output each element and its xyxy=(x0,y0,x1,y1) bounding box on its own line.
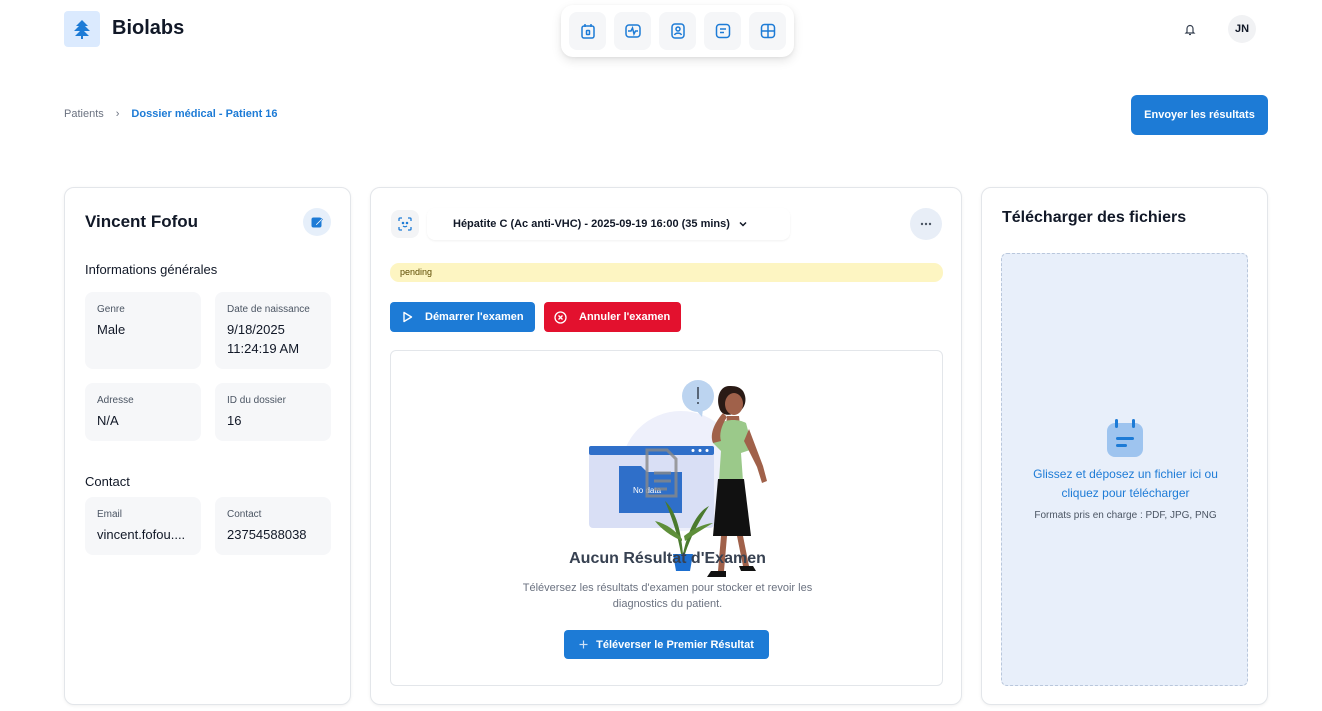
edit-patient-button[interactable] xyxy=(303,208,331,236)
user-badge-icon xyxy=(670,23,685,39)
more-horizontal-icon xyxy=(920,222,932,226)
info-label: Email xyxy=(97,509,123,520)
empty-results-title: Aucun Résultat d'Examen xyxy=(569,550,766,567)
send-results-button[interactable]: Envoyer les résultats xyxy=(1131,95,1268,135)
logo[interactable] xyxy=(64,11,100,47)
cancel-exam-button[interactable]: Annuler l'examen xyxy=(544,302,681,332)
exam-select[interactable]: Hépatite C (Ac anti-VHC) - 2025-09-19 16… xyxy=(427,208,790,240)
plus-icon xyxy=(579,640,588,649)
info-record-id: ID du dossier 16 xyxy=(215,383,331,441)
info-birthdate: Date de naissance 9/18/2025 11:24:19 AM xyxy=(215,292,331,369)
dashboard-icon xyxy=(760,23,775,39)
info-label: Adresse xyxy=(97,395,134,406)
patient-info-card: Vincent Fofou Informations générales Gen… xyxy=(64,187,351,705)
breadcrumb-patients[interactable]: Patients xyxy=(64,108,104,120)
scan-face-icon xyxy=(398,217,412,231)
exam-card: Hépatite C (Ac anti-VHC) - 2025-09-19 16… xyxy=(370,187,962,705)
info-email: Email vincent.fofou.... xyxy=(85,497,201,555)
message-icon xyxy=(715,23,730,39)
info-label: ID du dossier xyxy=(227,395,286,406)
scan-button[interactable] xyxy=(391,210,419,238)
empty-results-description: Téléversez les résultats d'examen pour s… xyxy=(522,582,813,610)
breadcrumb-current: Dossier médical - Patient 16 xyxy=(131,108,278,120)
file-upload-card: Télécharger des fichiers Glissez et dépo… xyxy=(981,187,1268,705)
user-avatar[interactable]: JN xyxy=(1228,15,1256,43)
info-value: 16 xyxy=(227,413,242,428)
nav-messages[interactable] xyxy=(704,12,741,50)
patient-name: Vincent Fofou xyxy=(85,212,199,231)
start-exam-label: Démarrer l'examen xyxy=(425,311,524,323)
info-value: 9/18/2025 11:24:19 AM xyxy=(227,322,300,356)
general-info-title: Informations générales xyxy=(85,262,218,277)
file-dropzone[interactable]: Glissez et déposez un fichier ici ou cli… xyxy=(1001,253,1248,686)
play-icon xyxy=(403,311,413,323)
edit-icon xyxy=(311,217,323,228)
nav-activity[interactable] xyxy=(614,12,651,50)
cancel-exam-label: Annuler l'examen xyxy=(579,311,671,323)
more-options-button[interactable] xyxy=(910,208,942,240)
status-badge: pending xyxy=(390,263,943,282)
x-circle-icon xyxy=(554,310,567,324)
nav-dashboard[interactable] xyxy=(749,12,786,50)
info-value: Male xyxy=(97,322,126,337)
info-label: Contact xyxy=(227,509,262,520)
activity-icon xyxy=(624,24,641,38)
info-value: 23754588038 xyxy=(227,527,307,542)
dropzone-text: Glissez et déposez un fichier ici ou cli… xyxy=(1033,467,1218,500)
chevron-down-icon xyxy=(739,221,747,227)
chevron-right-icon: › xyxy=(115,108,120,120)
main-nav xyxy=(561,5,794,57)
start-exam-button[interactable]: Démarrer l'examen xyxy=(390,302,535,332)
info-label: Genre xyxy=(97,304,125,315)
upload-title: Télécharger des fichiers xyxy=(1002,209,1187,226)
info-value: N/A xyxy=(97,413,119,428)
info-phone: Contact 23754588038 xyxy=(215,497,331,555)
info-value: vincent.fofou.... xyxy=(97,527,186,542)
notifications-button[interactable] xyxy=(1180,19,1200,39)
nav-calendar[interactable] xyxy=(569,12,606,50)
exam-select-value: Hépatite C (Ac anti-VHC) - 2025-09-19 16… xyxy=(453,218,730,230)
calendar-icon xyxy=(580,24,595,39)
contact-title: Contact xyxy=(85,474,130,489)
brand-name: Biolabs xyxy=(112,17,185,39)
supported-formats: Formats pris en charge : PDF, JPG, PNG xyxy=(1034,510,1217,521)
info-address: Adresse N/A xyxy=(85,383,201,441)
empty-results-panel: No data Aucun Résultat d'Examen Télévers… xyxy=(390,350,943,686)
info-label: Date de naissance xyxy=(227,304,310,315)
breadcrumb: Patients › Dossier médical - Patient 16 xyxy=(64,108,278,120)
upload-first-result-button[interactable]: Téléverser le Premier Résultat xyxy=(564,630,769,659)
bell-icon xyxy=(1184,24,1196,35)
calendar-file-icon xyxy=(1107,419,1143,457)
nav-patients[interactable] xyxy=(659,12,696,50)
upload-first-result-label: Téléverser le Premier Résultat xyxy=(596,638,754,651)
top-header: Biolabs JN xyxy=(0,0,1322,60)
info-gender: Genre Male xyxy=(85,292,201,369)
tree-logo-icon xyxy=(74,20,90,39)
